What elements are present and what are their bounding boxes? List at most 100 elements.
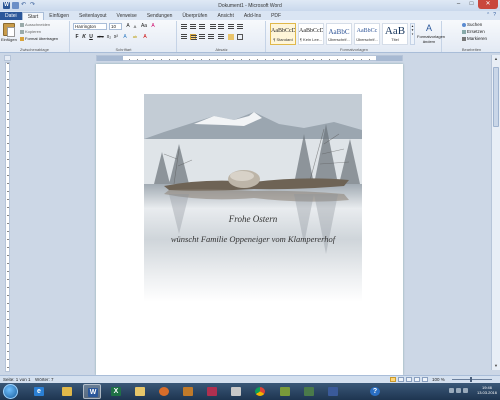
- taskbar-outlook[interactable]: [155, 384, 173, 399]
- subscript-button[interactable]: x₂: [106, 34, 112, 40]
- borders-icon[interactable]: [237, 34, 243, 40]
- scroll-thumb[interactable]: [493, 67, 499, 127]
- tab-view[interactable]: Ansicht: [212, 12, 238, 20]
- change-styles-button[interactable]: A Formatvorlagen ändern: [417, 23, 445, 44]
- taskbar-explorer[interactable]: [58, 384, 76, 399]
- replace-button[interactable]: Ersetzen: [462, 29, 485, 34]
- tab-mailings[interactable]: Sendungen: [142, 12, 178, 20]
- save-icon[interactable]: [12, 2, 19, 9]
- taskbar-word[interactable]: W: [83, 384, 101, 399]
- zoom-slider[interactable]: [452, 379, 492, 380]
- taskbar-app-5[interactable]: [300, 384, 318, 399]
- find-button[interactable]: Suchen: [462, 22, 482, 27]
- bold-button[interactable]: F: [74, 34, 80, 40]
- outline-view-button[interactable]: [414, 377, 420, 382]
- style-title[interactable]: AaB Titel: [382, 23, 408, 45]
- taskbar-help[interactable]: ?: [366, 384, 384, 399]
- horizontal-ruler[interactable]: [96, 55, 403, 61]
- style-heading-2[interactable]: AaBbCc Überschrif...: [354, 23, 380, 45]
- close-button[interactable]: ✕: [478, 0, 498, 9]
- superscript-button[interactable]: x²: [113, 34, 119, 40]
- vertical-scrollbar[interactable]: ▲ ▼: [491, 55, 500, 370]
- sort-icon[interactable]: [228, 24, 234, 30]
- tab-file[interactable]: Datei: [0, 12, 22, 20]
- taskbar-app-6[interactable]: [324, 384, 342, 399]
- italic-button[interactable]: K: [81, 34, 87, 40]
- taskbar-app-2[interactable]: [203, 384, 221, 399]
- clock[interactable]: 19:46 13.03.2016: [477, 385, 497, 395]
- web-layout-view-button[interactable]: [406, 377, 412, 382]
- tab-start[interactable]: Start: [21, 12, 45, 20]
- underline-button[interactable]: U: [88, 34, 94, 40]
- align-center-icon[interactable]: [190, 34, 197, 41]
- strikethrough-button[interactable]: abc: [96, 34, 105, 40]
- font-size-dropdown[interactable]: 10: [109, 23, 122, 30]
- style-no-spacing[interactable]: AaBbCcDc ¶ Kein Lee...: [298, 23, 324, 45]
- taskbar-app-1[interactable]: [179, 384, 197, 399]
- scroll-up-icon[interactable]: ▲: [492, 55, 500, 63]
- tab-page-layout[interactable]: Seitenlayout: [74, 12, 112, 20]
- volume-icon[interactable]: [463, 388, 468, 393]
- line-spacing-icon[interactable]: [218, 34, 224, 40]
- tray-lang-icon[interactable]: [449, 388, 454, 393]
- justify-icon[interactable]: [208, 34, 214, 40]
- tab-review[interactable]: Überprüfen: [177, 12, 212, 20]
- word-count[interactable]: Wörter: 7: [35, 376, 54, 383]
- align-right-icon[interactable]: [199, 34, 205, 40]
- undo-icon[interactable]: ↶: [21, 2, 28, 9]
- highlight-button[interactable]: ab: [131, 34, 139, 40]
- taskbar-excel[interactable]: X: [107, 384, 125, 399]
- style-heading-1[interactable]: AaBbC Überschrif...: [326, 23, 352, 45]
- page-count[interactable]: Seite: 1 von 1: [3, 376, 31, 383]
- print-layout-view-button[interactable]: [390, 377, 396, 382]
- taskbar-chrome[interactable]: [251, 384, 269, 399]
- select-button[interactable]: Markieren: [462, 36, 487, 41]
- tab-add-ins[interactable]: Add-Ins: [239, 12, 266, 20]
- scroll-down-icon[interactable]: ▼: [492, 362, 500, 370]
- shading-icon[interactable]: [228, 34, 234, 40]
- network-icon[interactable]: [456, 388, 461, 393]
- minimize-button[interactable]: –: [452, 0, 465, 9]
- styles-gallery-scroll[interactable]: ▲ ▼ ▾: [410, 23, 415, 45]
- decrease-indent-icon[interactable]: [210, 24, 216, 30]
- zoom-level[interactable]: 100 %: [432, 376, 445, 383]
- format-painter-button[interactable]: Format übertragen: [20, 36, 58, 41]
- grow-font-button[interactable]: A: [125, 23, 131, 29]
- show-marks-icon[interactable]: [237, 24, 243, 30]
- word-app-icon[interactable]: W: [3, 2, 10, 9]
- document-page[interactable]: Frohe Ostern wünscht Familie Oppeneiger …: [96, 64, 403, 375]
- start-button[interactable]: [3, 384, 18, 399]
- redo-icon[interactable]: ↷: [30, 2, 37, 9]
- copy-button[interactable]: Kopieren: [20, 29, 41, 34]
- tab-insert[interactable]: Einfügen: [44, 12, 74, 20]
- taskbar-app-3[interactable]: [227, 384, 245, 399]
- maximize-button[interactable]: □: [465, 0, 478, 9]
- help-icon[interactable]: ?: [493, 12, 496, 18]
- easter-picture[interactable]: Frohe Ostern wünscht Familie Oppeneiger …: [144, 94, 362, 302]
- shrink-font-button[interactable]: A: [132, 24, 138, 30]
- collapse-ribbon-icon[interactable]: ⌃: [486, 12, 490, 18]
- paste-button[interactable]: Einfügen: [1, 37, 17, 42]
- font-name-dropdown[interactable]: Harrington: [73, 23, 107, 30]
- increase-indent-icon[interactable]: [218, 24, 224, 30]
- tab-selector[interactable]: [4, 55, 11, 61]
- draft-view-button[interactable]: [422, 377, 428, 382]
- numbering-icon[interactable]: [190, 24, 196, 30]
- clear-format-button[interactable]: A: [150, 23, 156, 29]
- vertical-ruler[interactable]: [5, 62, 10, 372]
- tab-references[interactable]: Verweise: [112, 12, 142, 20]
- align-left-icon[interactable]: [181, 34, 187, 40]
- bullets-icon[interactable]: [181, 24, 187, 30]
- right-margin-marker[interactable]: [376, 56, 402, 61]
- taskbar-app-4[interactable]: [276, 384, 294, 399]
- taskbar-explorer-2[interactable]: [131, 384, 149, 399]
- taskbar-ie[interactable]: e: [30, 384, 48, 399]
- paste-icon[interactable]: [3, 23, 15, 37]
- tab-pdf[interactable]: PDF: [266, 12, 286, 20]
- font-color-button[interactable]: A: [142, 34, 148, 40]
- cut-button[interactable]: Ausschneiden: [20, 22, 50, 27]
- zoom-slider-thumb[interactable]: [470, 377, 472, 382]
- style-standard[interactable]: AaBbCcDc ¶ Standard: [270, 23, 296, 45]
- text-effects-button[interactable]: A: [122, 34, 128, 40]
- full-screen-view-button[interactable]: [398, 377, 404, 382]
